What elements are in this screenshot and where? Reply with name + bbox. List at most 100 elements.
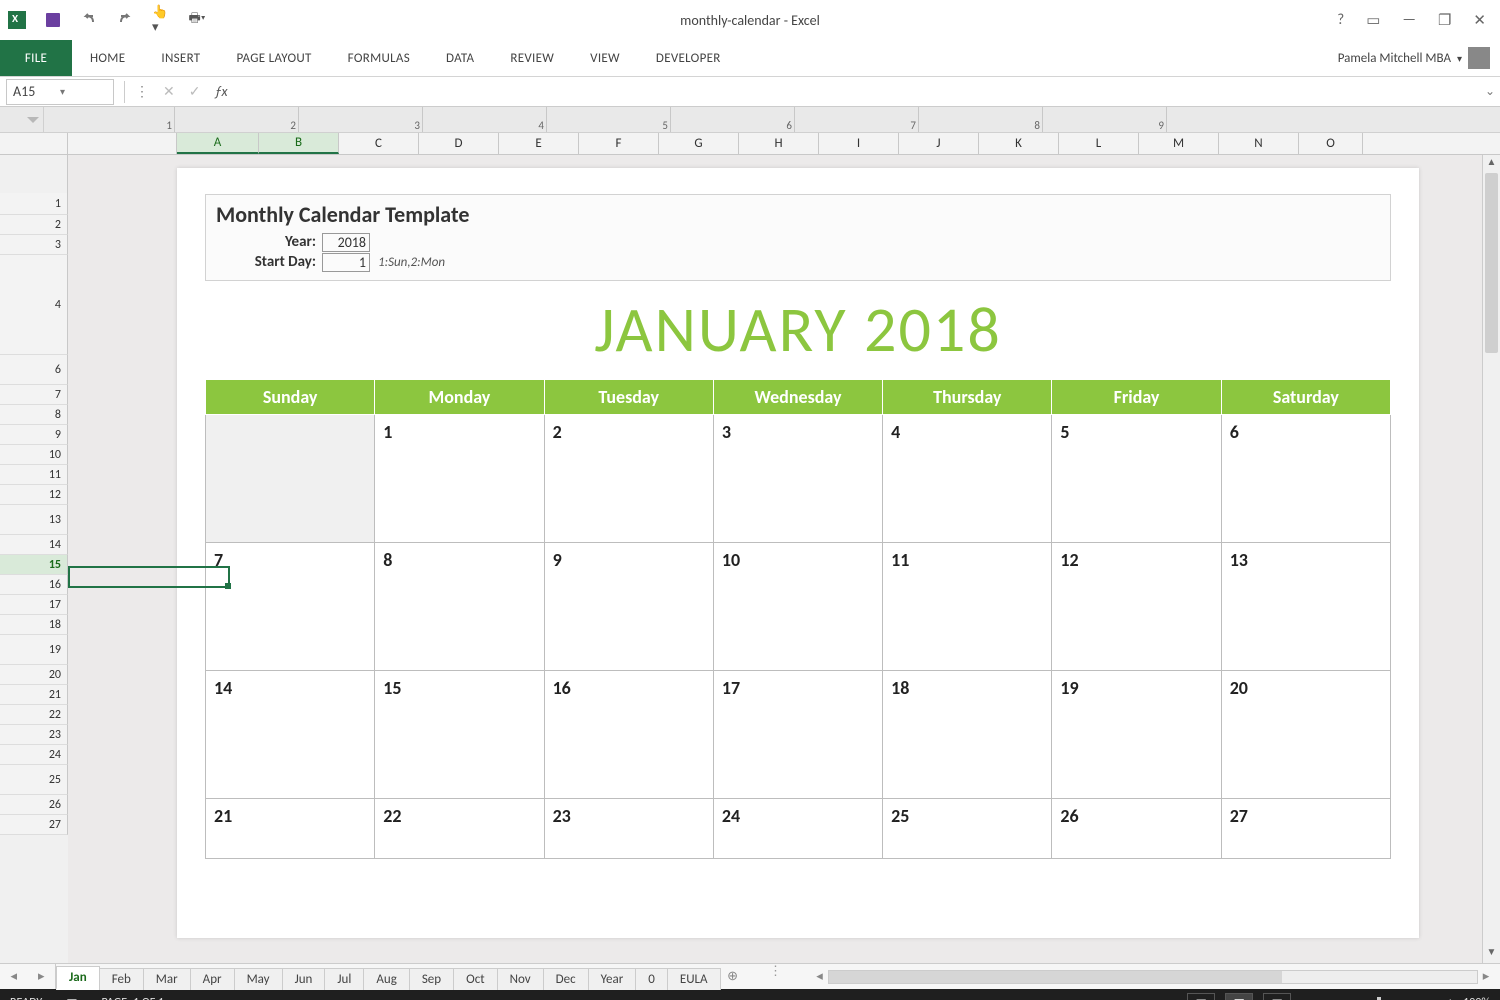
horizontal-scrollbar[interactable]: ◂▸: [806, 964, 1500, 989]
tab-page-layout[interactable]: PAGE LAYOUT: [218, 40, 329, 76]
calendar-cell[interactable]: 16: [544, 671, 713, 799]
user-account[interactable]: Pamela Mitchell MBA▾: [1338, 40, 1500, 76]
row-header-16[interactable]: 16: [0, 575, 68, 595]
sheet-tab-jul[interactable]: Jul: [324, 968, 364, 990]
normal-view-button[interactable]: ▦: [1187, 993, 1215, 1000]
file-tab[interactable]: FILE: [0, 40, 72, 76]
column-header-C[interactable]: C: [339, 133, 419, 154]
enter-icon[interactable]: ✓: [189, 83, 201, 100]
tab-developer[interactable]: DEVELOPER: [638, 40, 739, 76]
zoom-out-icon[interactable]: −: [1301, 996, 1307, 1000]
row-header-19[interactable]: 19: [0, 635, 68, 665]
calendar-cell[interactable]: 13: [1221, 543, 1390, 671]
expand-formula-icon[interactable]: ⌄: [1480, 84, 1500, 99]
fx-icon[interactable]: ƒx: [214, 83, 227, 100]
calendar-cell[interactable]: 14: [206, 671, 375, 799]
row-header-24[interactable]: 24: [0, 745, 68, 765]
column-header-E[interactable]: E: [499, 133, 579, 154]
sheet-tab-mar[interactable]: Mar: [143, 968, 191, 990]
calendar-cell[interactable]: 21: [206, 799, 375, 859]
row-header-11[interactable]: 11: [0, 465, 68, 485]
row-header-8[interactable]: 8: [0, 405, 68, 425]
row-header-7[interactable]: 7: [0, 385, 68, 405]
calendar-cell[interactable]: 1: [375, 415, 544, 543]
minimize-icon[interactable]: —: [1402, 11, 1416, 30]
startday-value[interactable]: 1: [322, 253, 370, 272]
sheet-tab-year[interactable]: Year: [588, 968, 637, 990]
calendar-cell[interactable]: 4: [883, 415, 1052, 543]
calendar-cell[interactable]: 5: [1052, 415, 1221, 543]
column-header-K[interactable]: K: [979, 133, 1059, 154]
column-header-I[interactable]: I: [819, 133, 899, 154]
tab-formulas[interactable]: FORMULAS: [330, 40, 428, 76]
calendar-cell[interactable]: 17: [713, 671, 882, 799]
row-header-17[interactable]: 17: [0, 595, 68, 615]
column-header-G[interactable]: G: [659, 133, 739, 154]
help-icon[interactable]: ?: [1337, 11, 1344, 30]
zoom-in-icon[interactable]: +: [1447, 996, 1453, 1000]
sheet-tab-nov[interactable]: Nov: [497, 968, 544, 990]
row-header-22[interactable]: 22: [0, 705, 68, 725]
row-header-23[interactable]: 23: [0, 725, 68, 745]
sheet-tab-sep[interactable]: Sep: [409, 968, 454, 990]
vertical-scrollbar[interactable]: ▲ ▼: [1482, 155, 1500, 963]
calendar-cell[interactable]: 27: [1221, 799, 1390, 859]
calendar-cell[interactable]: 23: [544, 799, 713, 859]
close-icon[interactable]: ✕: [1473, 11, 1486, 30]
sheet-tab-eula[interactable]: EULA: [667, 968, 721, 990]
row-header-26[interactable]: 26: [0, 795, 68, 815]
scroll-up-icon[interactable]: ▲: [1483, 155, 1500, 173]
sheet-tab-dec[interactable]: Dec: [543, 968, 589, 990]
calendar-cell[interactable]: 6: [1221, 415, 1390, 543]
tab-review[interactable]: REVIEW: [492, 40, 572, 76]
column-header-A[interactable]: A: [177, 133, 259, 154]
tab-view[interactable]: VIEW: [572, 40, 638, 76]
redo-icon[interactable]: [116, 11, 134, 29]
row-header-18[interactable]: 18: [0, 615, 68, 635]
select-all-corner[interactable]: [0, 107, 44, 132]
column-header-N[interactable]: N: [1219, 133, 1299, 154]
column-header-M[interactable]: M: [1139, 133, 1219, 154]
column-header-H[interactable]: H: [739, 133, 819, 154]
sheet-tab-apr[interactable]: Apr: [190, 968, 235, 990]
sheet-nav[interactable]: ◂▸: [0, 964, 56, 989]
year-value[interactable]: 2018: [322, 233, 370, 252]
ribbon-options-icon[interactable]: ▭: [1366, 11, 1380, 30]
row-header-12[interactable]: 12: [0, 485, 68, 505]
calendar-cell[interactable]: 24: [713, 799, 882, 859]
column-header-B[interactable]: B: [259, 133, 339, 154]
calendar-cell[interactable]: 20: [1221, 671, 1390, 799]
sheet-tab-aug[interactable]: Aug: [363, 968, 409, 990]
calendar-cell[interactable]: 9: [544, 543, 713, 671]
row-header-3[interactable]: 3: [0, 235, 68, 255]
tab-data[interactable]: DATA: [428, 40, 492, 76]
row-header-14[interactable]: 14: [0, 535, 68, 555]
record-macro-icon[interactable]: ▣: [66, 996, 77, 1000]
column-header-L[interactable]: L: [1059, 133, 1139, 154]
row-header-6[interactable]: 6: [0, 355, 68, 385]
calendar-cell[interactable]: 22: [375, 799, 544, 859]
row-header-10[interactable]: 10: [0, 445, 68, 465]
undo-icon[interactable]: [80, 11, 98, 29]
tab-home[interactable]: HOME: [72, 40, 143, 76]
row-header-4[interactable]: 4: [0, 255, 68, 355]
name-box[interactable]: A15▾: [6, 79, 114, 105]
calendar-cell[interactable]: 7: [206, 543, 375, 671]
sheet-tab-oct[interactable]: Oct: [453, 968, 497, 990]
calendar-cell[interactable]: [206, 415, 375, 543]
calendar-cell[interactable]: 3: [713, 415, 882, 543]
calendar-cell[interactable]: 8: [375, 543, 544, 671]
calendar-cell[interactable]: 19: [1052, 671, 1221, 799]
sheet-tab-feb[interactable]: Feb: [99, 968, 144, 990]
column-header-O[interactable]: O: [1299, 133, 1363, 154]
touch-mode-icon[interactable]: 👆▾: [152, 11, 170, 29]
row-header-25[interactable]: 25: [0, 765, 68, 795]
column-header-J[interactable]: J: [899, 133, 979, 154]
calendar-cell[interactable]: 2: [544, 415, 713, 543]
save-icon[interactable]: [44, 11, 62, 29]
row-header-21[interactable]: 21: [0, 685, 68, 705]
cancel-icon[interactable]: ✕: [163, 83, 175, 100]
row-header-2[interactable]: 2: [0, 215, 68, 235]
calendar-cell[interactable]: 25: [883, 799, 1052, 859]
zoom-level[interactable]: 100%: [1463, 996, 1490, 1000]
